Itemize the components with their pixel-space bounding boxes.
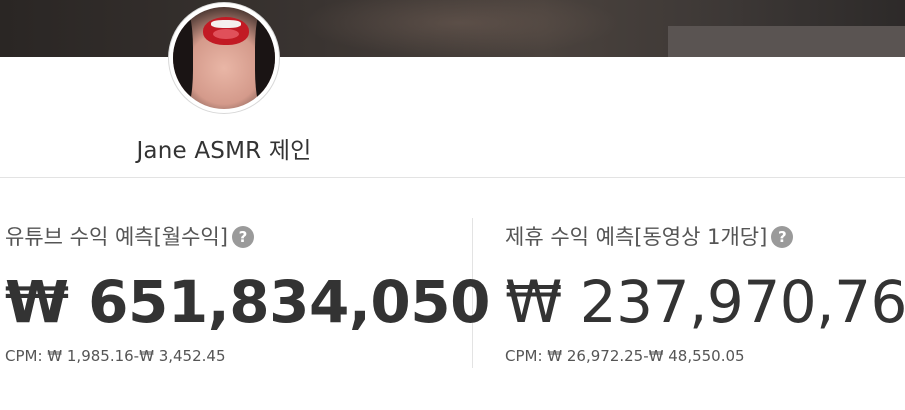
avatar-teeth xyxy=(211,20,241,28)
avatar-hair xyxy=(173,7,193,109)
help-icon[interactable]: ? xyxy=(771,226,794,248)
sponsorship-revenue-label-text: 제휴 수익 예측[동영상 1개당] xyxy=(505,225,768,249)
youtube-revenue-label: 유튜브 수익 예측[월수익]? xyxy=(5,221,254,251)
help-icon[interactable]: ? xyxy=(231,226,254,248)
section-divider xyxy=(0,177,905,178)
avatar-tongue xyxy=(213,29,239,39)
sponsorship-cpm: CPM: ₩ 26,972.25-₩ 48,550.05 xyxy=(505,347,745,365)
channel-banner xyxy=(0,0,905,57)
avatar-hair xyxy=(255,7,275,109)
avatar[interactable] xyxy=(173,7,275,109)
sponsorship-revenue-value: ₩ 237,970,767 xyxy=(505,268,905,336)
sponsorship-revenue-label: 제휴 수익 예측[동영상 1개당]? xyxy=(505,221,794,251)
channel-name: Jane ASMR 제인 xyxy=(136,138,312,164)
youtube-revenue-label-text: 유튜브 수익 예측[월수익] xyxy=(5,225,228,249)
banner-shade xyxy=(300,0,620,57)
youtube-revenue-value: ₩ 651,834,050 xyxy=(5,268,490,336)
banner-shade xyxy=(668,26,905,57)
youtube-cpm: CPM: ₩ 1,985.16-₩ 3,452.45 xyxy=(5,347,226,365)
